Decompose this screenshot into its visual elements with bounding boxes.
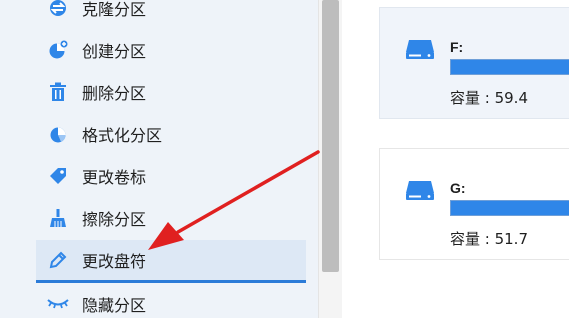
- scrollbar[interactable]: [318, 0, 342, 318]
- hard-drive-icon: [405, 179, 435, 205]
- hard-drive-icon: [405, 38, 435, 64]
- left-panel: 克隆分区 创建分区 删除分区 格式化分区 更改卷标 擦除分区 更改盘符 隐藏分区: [0, 0, 318, 318]
- capacity-text: 容量 : 59.4: [450, 89, 528, 107]
- usage-bar: [450, 59, 569, 75]
- hidden-eye-icon: [46, 292, 70, 316]
- capacity-text: 容量 : 51.7: [450, 230, 528, 248]
- format-pie-icon: [46, 122, 70, 146]
- usage-bar: [450, 200, 569, 216]
- usage-bar-fill: [451, 201, 569, 215]
- menu-item-clone-partition[interactable]: 克隆分区: [36, 0, 306, 28]
- drive-card-g[interactable]: G: 容量 : 51.7: [379, 148, 569, 260]
- menu-item-format-partition[interactable]: 格式化分区: [36, 114, 306, 154]
- pencil-icon: [46, 248, 70, 272]
- tag-icon: [46, 164, 70, 188]
- menu-item-label: 擦除分区: [82, 210, 147, 229]
- menu-item-label: 更改卷标: [82, 168, 147, 187]
- menu-item-label: 格式化分区: [82, 126, 163, 145]
- partition-menu: 克隆分区 创建分区 删除分区 格式化分区 更改卷标 擦除分区 更改盘符 隐藏分区: [36, 0, 306, 318]
- menu-item-label: 创建分区: [82, 42, 147, 61]
- menu-item-change-label[interactable]: 更改卷标: [36, 156, 306, 196]
- usage-bar-fill: [451, 60, 569, 74]
- create-partition-icon: [46, 38, 70, 62]
- clone-partition-icon: [46, 0, 70, 20]
- menu-item-delete-partition[interactable]: 删除分区: [36, 72, 306, 112]
- menu-item-label: 更改盘符: [82, 252, 147, 271]
- menu-item-hide-partition[interactable]: 隐藏分区: [36, 284, 306, 324]
- menu-item-change-drive-letter[interactable]: 更改盘符: [36, 240, 306, 283]
- menu-item-label: 删除分区: [82, 84, 147, 103]
- drive-card-f[interactable]: F: 容量 : 59.4: [379, 7, 569, 119]
- scrollbar-thumb[interactable]: [322, 0, 339, 272]
- menu-item-create-partition[interactable]: 创建分区: [36, 30, 306, 70]
- drive-letter: F:: [450, 39, 464, 55]
- menu-item-wipe-partition[interactable]: 擦除分区: [36, 198, 306, 238]
- menu-item-label: 隐藏分区: [82, 296, 147, 315]
- drive-letter: G:: [450, 180, 466, 196]
- menu-item-label: 克隆分区: [82, 0, 147, 19]
- broom-icon: [46, 206, 70, 230]
- trash-icon: [46, 80, 70, 104]
